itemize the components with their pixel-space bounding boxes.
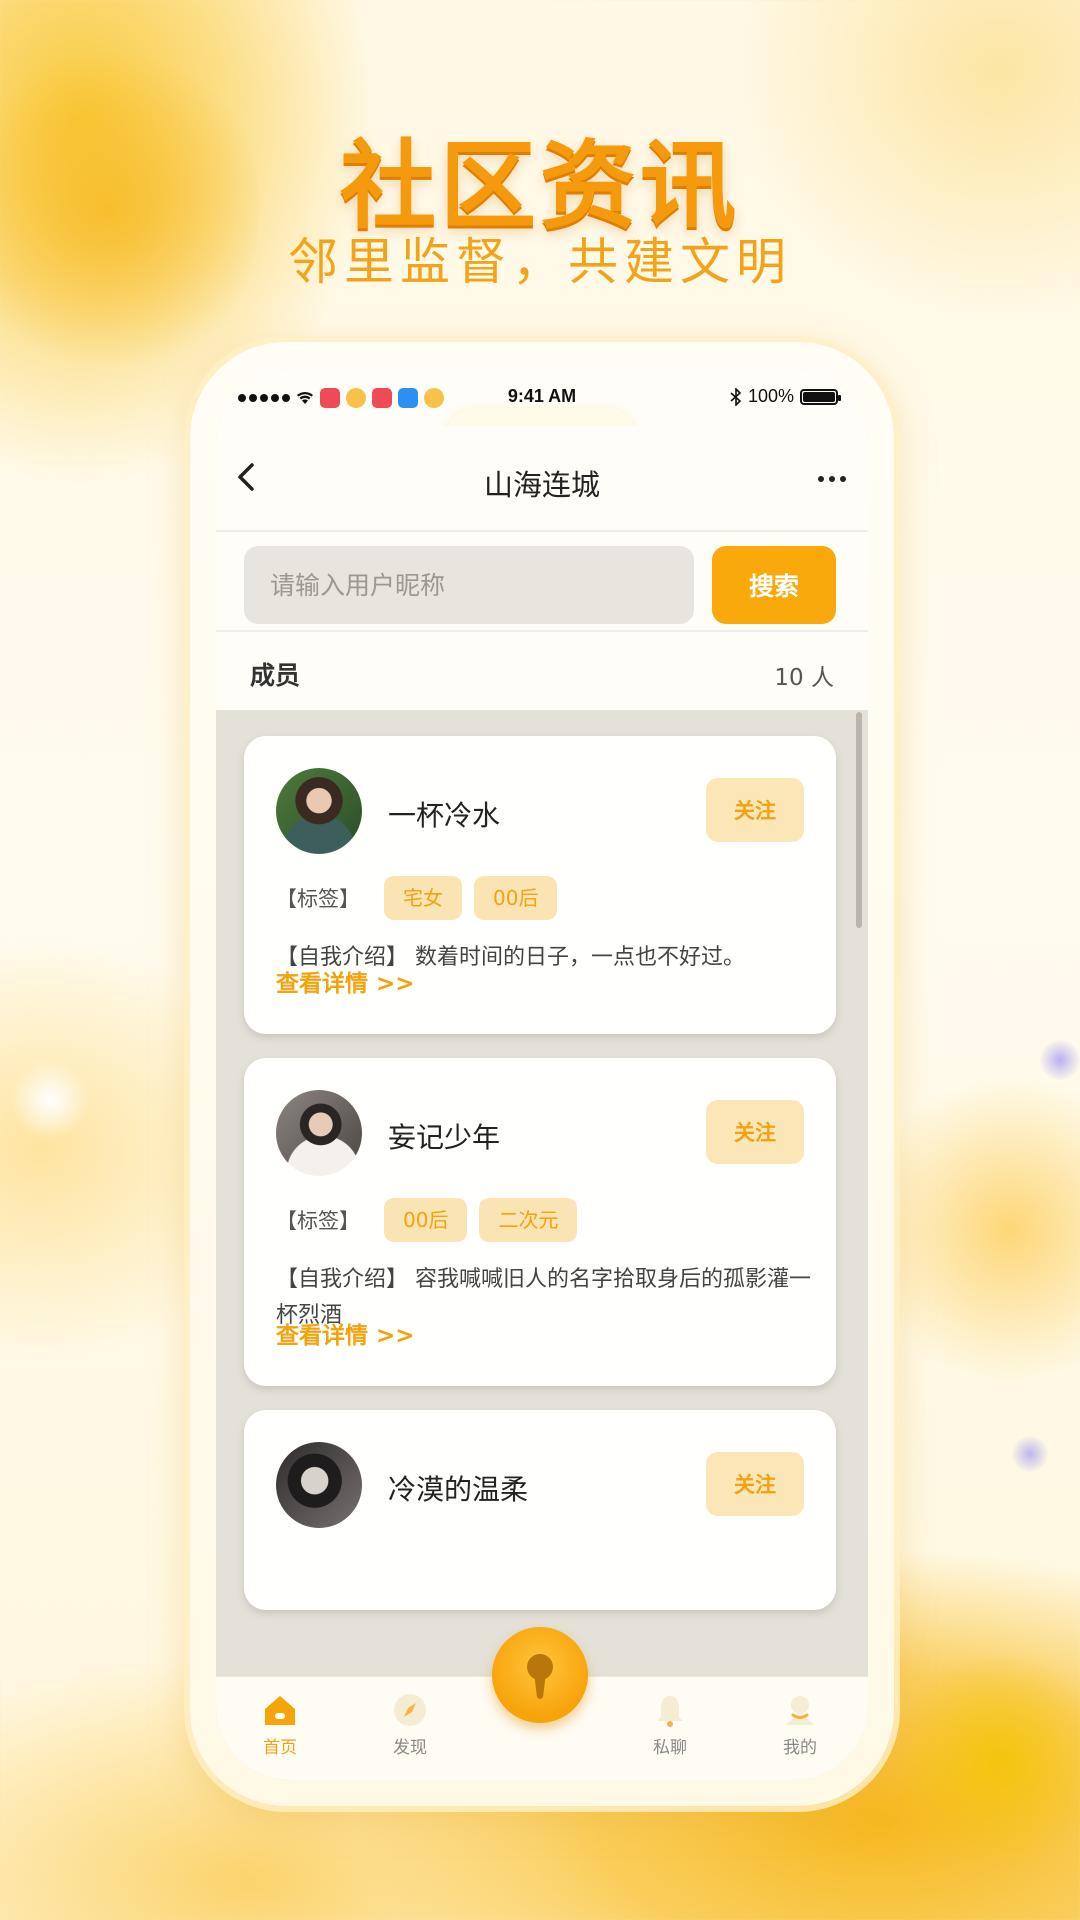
- follow-button[interactable]: 关注: [706, 778, 804, 842]
- more-icon[interactable]: [818, 476, 846, 482]
- tag-label: 【标签】: [276, 1209, 360, 1233]
- member-name: 妄记少年: [388, 1121, 501, 1154]
- tag: 00后: [384, 1198, 468, 1242]
- member-card: 妄记少年 关注 【标签】 00后 二次元 【自我介绍】 容我喊喊旧人的名字拾取身…: [244, 1058, 836, 1386]
- profile-icon: [786, 1696, 814, 1725]
- center-action-button[interactable]: [492, 1627, 588, 1723]
- phone-frame: 9:41 AM 100% 山海连城 搜索 成员 10 人: [190, 342, 894, 1806]
- member-list[interactable]: 一杯冷水 关注 【标签】 宅女 00后 【自我介绍】 数着时间的日子，一点也不好…: [216, 710, 868, 1780]
- tag: 00后: [474, 876, 558, 920]
- tab-label: 发现: [393, 1738, 427, 1758]
- app-screen: 9:41 AM 100% 山海连城 搜索 成员 10 人: [216, 368, 868, 1780]
- decor-blob: [1012, 1436, 1048, 1472]
- search-input[interactable]: [244, 546, 694, 624]
- decor-blob: [900, 1640, 1080, 1880]
- tab-profile[interactable]: 我的: [760, 1691, 840, 1758]
- tab-bar: 首页 发现 私聊 我的: [216, 1627, 868, 1780]
- tab-label: 私聊: [653, 1738, 687, 1758]
- member-card: 一杯冷水 关注 【标签】 宅女 00后 【自我介绍】 数着时间的日子，一点也不好…: [244, 736, 836, 1034]
- battery-percent: 100%: [747, 386, 794, 406]
- tags-row: 【标签】 宅女 00后: [276, 876, 558, 920]
- keyhole-icon: [527, 1654, 553, 1699]
- page-title: 山海连城: [483, 468, 600, 502]
- tab-label: 首页: [263, 1738, 297, 1758]
- tag: 二次元: [479, 1198, 578, 1242]
- avatar[interactable]: [276, 768, 362, 854]
- tag: 宅女: [384, 876, 462, 920]
- member-name: 一杯冷水: [388, 799, 501, 832]
- members-title: 成员: [250, 661, 301, 690]
- status-right: 100%: [730, 386, 841, 407]
- search-button[interactable]: 搜索: [712, 546, 836, 624]
- members-header: 成员 10 人: [216, 630, 868, 710]
- avatar[interactable]: [276, 1442, 362, 1528]
- home-icon: [265, 1696, 295, 1725]
- tab-messages[interactable]: 私聊: [630, 1691, 710, 1758]
- bluetooth-icon: [730, 387, 742, 406]
- follow-button[interactable]: 关注: [706, 1452, 804, 1516]
- search-bar: 搜索: [216, 532, 868, 630]
- tab-discover[interactable]: 发现: [370, 1691, 450, 1758]
- view-details-link[interactable]: 查看详情 >>: [276, 964, 415, 998]
- members-count: 10 人: [774, 665, 834, 691]
- decor-blob: [1040, 1040, 1080, 1080]
- compass-icon: [394, 1694, 426, 1726]
- scrollbar[interactable]: [856, 712, 862, 928]
- tag-label: 【标签】: [276, 887, 360, 911]
- member-card: 冷漠的温柔 关注: [244, 1410, 836, 1610]
- tab-label: 我的: [783, 1738, 817, 1758]
- follow-button[interactable]: 关注: [706, 1100, 804, 1164]
- view-details-link[interactable]: 查看详情 >>: [276, 1316, 415, 1350]
- tab-home[interactable]: 首页: [240, 1691, 320, 1758]
- banner-subtitle: 邻里监督，共建文明: [288, 233, 792, 291]
- battery-icon: [800, 388, 841, 405]
- avatar[interactable]: [276, 1090, 362, 1176]
- decor-blob: [10, 1060, 90, 1140]
- member-name: 冷漠的温柔: [388, 1473, 529, 1506]
- nav-bar: 山海连城: [216, 426, 868, 532]
- bell-icon: [657, 1696, 683, 1727]
- tags-row: 【标签】 00后 二次元: [276, 1198, 578, 1242]
